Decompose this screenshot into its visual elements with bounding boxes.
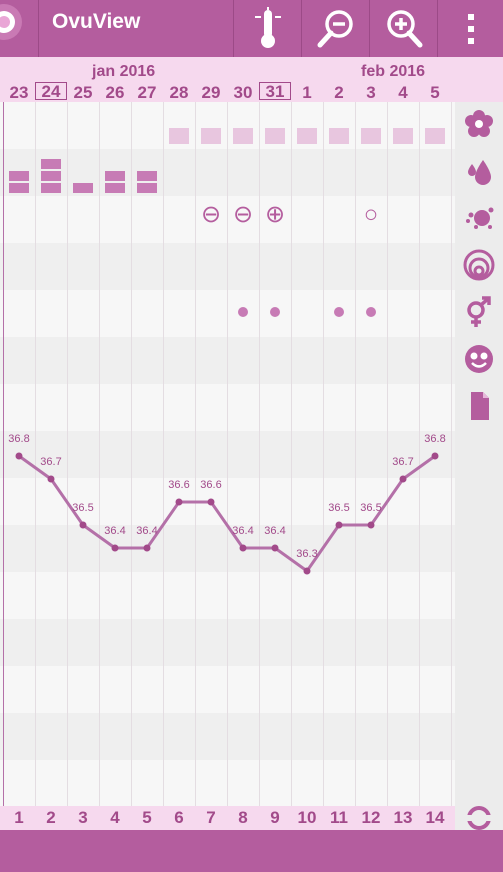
cycle-day-label: 10 <box>297 808 317 827</box>
date-label[interactable]: 3 <box>355 83 387 103</box>
temperature-label: 36.4 <box>232 525 253 537</box>
temperature-label: 36.6 <box>168 479 189 491</box>
date-row: 23 24 25 26 27 28 29 30 31 1 2 3 4 5 <box>0 82 455 103</box>
temperature-point[interactable] <box>367 521 375 529</box>
date-label[interactable]: 4 <box>387 83 419 103</box>
gender-icon[interactable] <box>462 295 496 329</box>
divider <box>38 0 39 57</box>
temperature-label: 36.5 <box>72 502 93 514</box>
temperature-label: 36.4 <box>104 525 125 537</box>
temperature-label: 36.7 <box>40 456 61 468</box>
smiley-icon[interactable] <box>462 342 496 376</box>
temperature-label: 36.4 <box>264 525 285 537</box>
date-label[interactable]: 31 <box>259 82 291 101</box>
date-label[interactable]: 1 <box>291 83 323 103</box>
cycle-day-label: 2 <box>46 808 56 827</box>
date-label[interactable]: 27 <box>131 83 163 103</box>
temperature-point[interactable] <box>15 452 23 460</box>
zoom-out-icon <box>317 9 353 47</box>
date-label[interactable]: 28 <box>163 83 195 103</box>
date-label[interactable]: 25 <box>67 83 99 103</box>
cycle-day-label: 4 <box>110 808 120 827</box>
cycle-day-label: 1 <box>14 808 24 827</box>
temperature-point[interactable] <box>79 521 87 529</box>
temperature-point[interactable] <box>271 544 279 552</box>
cervix-icon[interactable] <box>462 248 496 282</box>
overflow-menu-button[interactable] <box>438 0 503 57</box>
temperature-label: 36.7 <box>392 456 413 468</box>
splash-icon[interactable] <box>462 201 496 235</box>
app-logo-icon[interactable] <box>0 0 38 57</box>
cycle-day-label: 13 <box>393 808 413 827</box>
temperature-point[interactable] <box>335 521 343 529</box>
cycle-day-row: 1 2 3 4 5 6 7 8 9 10 11 12 13 14 <box>0 806 455 830</box>
temperature-point[interactable] <box>207 498 215 506</box>
date-label[interactable]: 2 <box>323 83 355 103</box>
temperature-point[interactable] <box>143 544 151 552</box>
zoom-out-button[interactable] <box>302 0 369 57</box>
top-app-bar: OvuView <box>0 0 503 57</box>
date-label[interactable]: 26 <box>99 83 131 103</box>
temperature-label: 36.6 <box>200 479 221 491</box>
temperature-label: 36.8 <box>8 433 29 445</box>
temperature-point[interactable] <box>239 544 247 552</box>
temperature-label: 36.4 <box>136 525 157 537</box>
temperature-label: 36.5 <box>360 502 381 514</box>
temperature-chart: 36.8 36.7 36.5 36.4 36.4 36.6 36.6 36.4 36.4 36.3… <box>8 433 446 575</box>
temperature-label: 36.3 <box>296 548 317 560</box>
app-title: OvuView <box>52 10 141 33</box>
bottom-bar <box>0 830 503 872</box>
temperature-point[interactable] <box>175 498 183 506</box>
temperature-label: 36.8 <box>424 433 445 445</box>
temperature-point[interactable] <box>431 452 439 460</box>
cycle-day-label: 5 <box>142 808 152 827</box>
temperature-point[interactable] <box>111 544 119 552</box>
thermometer-icon <box>254 6 281 48</box>
cycle-day-label: 3 <box>78 808 88 827</box>
flower-icon[interactable] <box>462 107 496 141</box>
zoom-in-icon <box>386 9 422 47</box>
cycle-day-label: 12 <box>361 808 381 827</box>
temperature-point[interactable] <box>47 475 55 483</box>
temperature-label: 36.5 <box>328 502 349 514</box>
zoom-in-button[interactable] <box>370 0 437 57</box>
cycle-day-label: 8 <box>238 808 248 827</box>
date-label[interactable]: 24 <box>35 82 67 101</box>
temperature-point[interactable] <box>399 475 407 483</box>
month-label: feb 2016 <box>361 63 426 80</box>
temperature-point[interactable] <box>303 567 311 575</box>
drop-icon[interactable] <box>462 154 496 188</box>
month-label: jan 2016 <box>92 63 156 80</box>
date-label[interactable]: 29 <box>195 83 227 103</box>
note-icon[interactable] <box>462 389 496 423</box>
date-label[interactable]: 30 <box>227 83 259 103</box>
cycle-day-label: 6 <box>174 808 184 827</box>
cycle-day-label: 11 <box>330 808 348 827</box>
cycle-day-label: 7 <box>206 808 216 827</box>
overflow-menu-icon <box>467 13 474 44</box>
cycle-day-label: 9 <box>270 808 280 827</box>
thermometer-button[interactable] <box>234 0 301 57</box>
date-label[interactable]: 5 <box>419 83 451 103</box>
date-label[interactable]: 23 <box>3 83 35 103</box>
cycle-day-label: 14 <box>425 808 445 827</box>
